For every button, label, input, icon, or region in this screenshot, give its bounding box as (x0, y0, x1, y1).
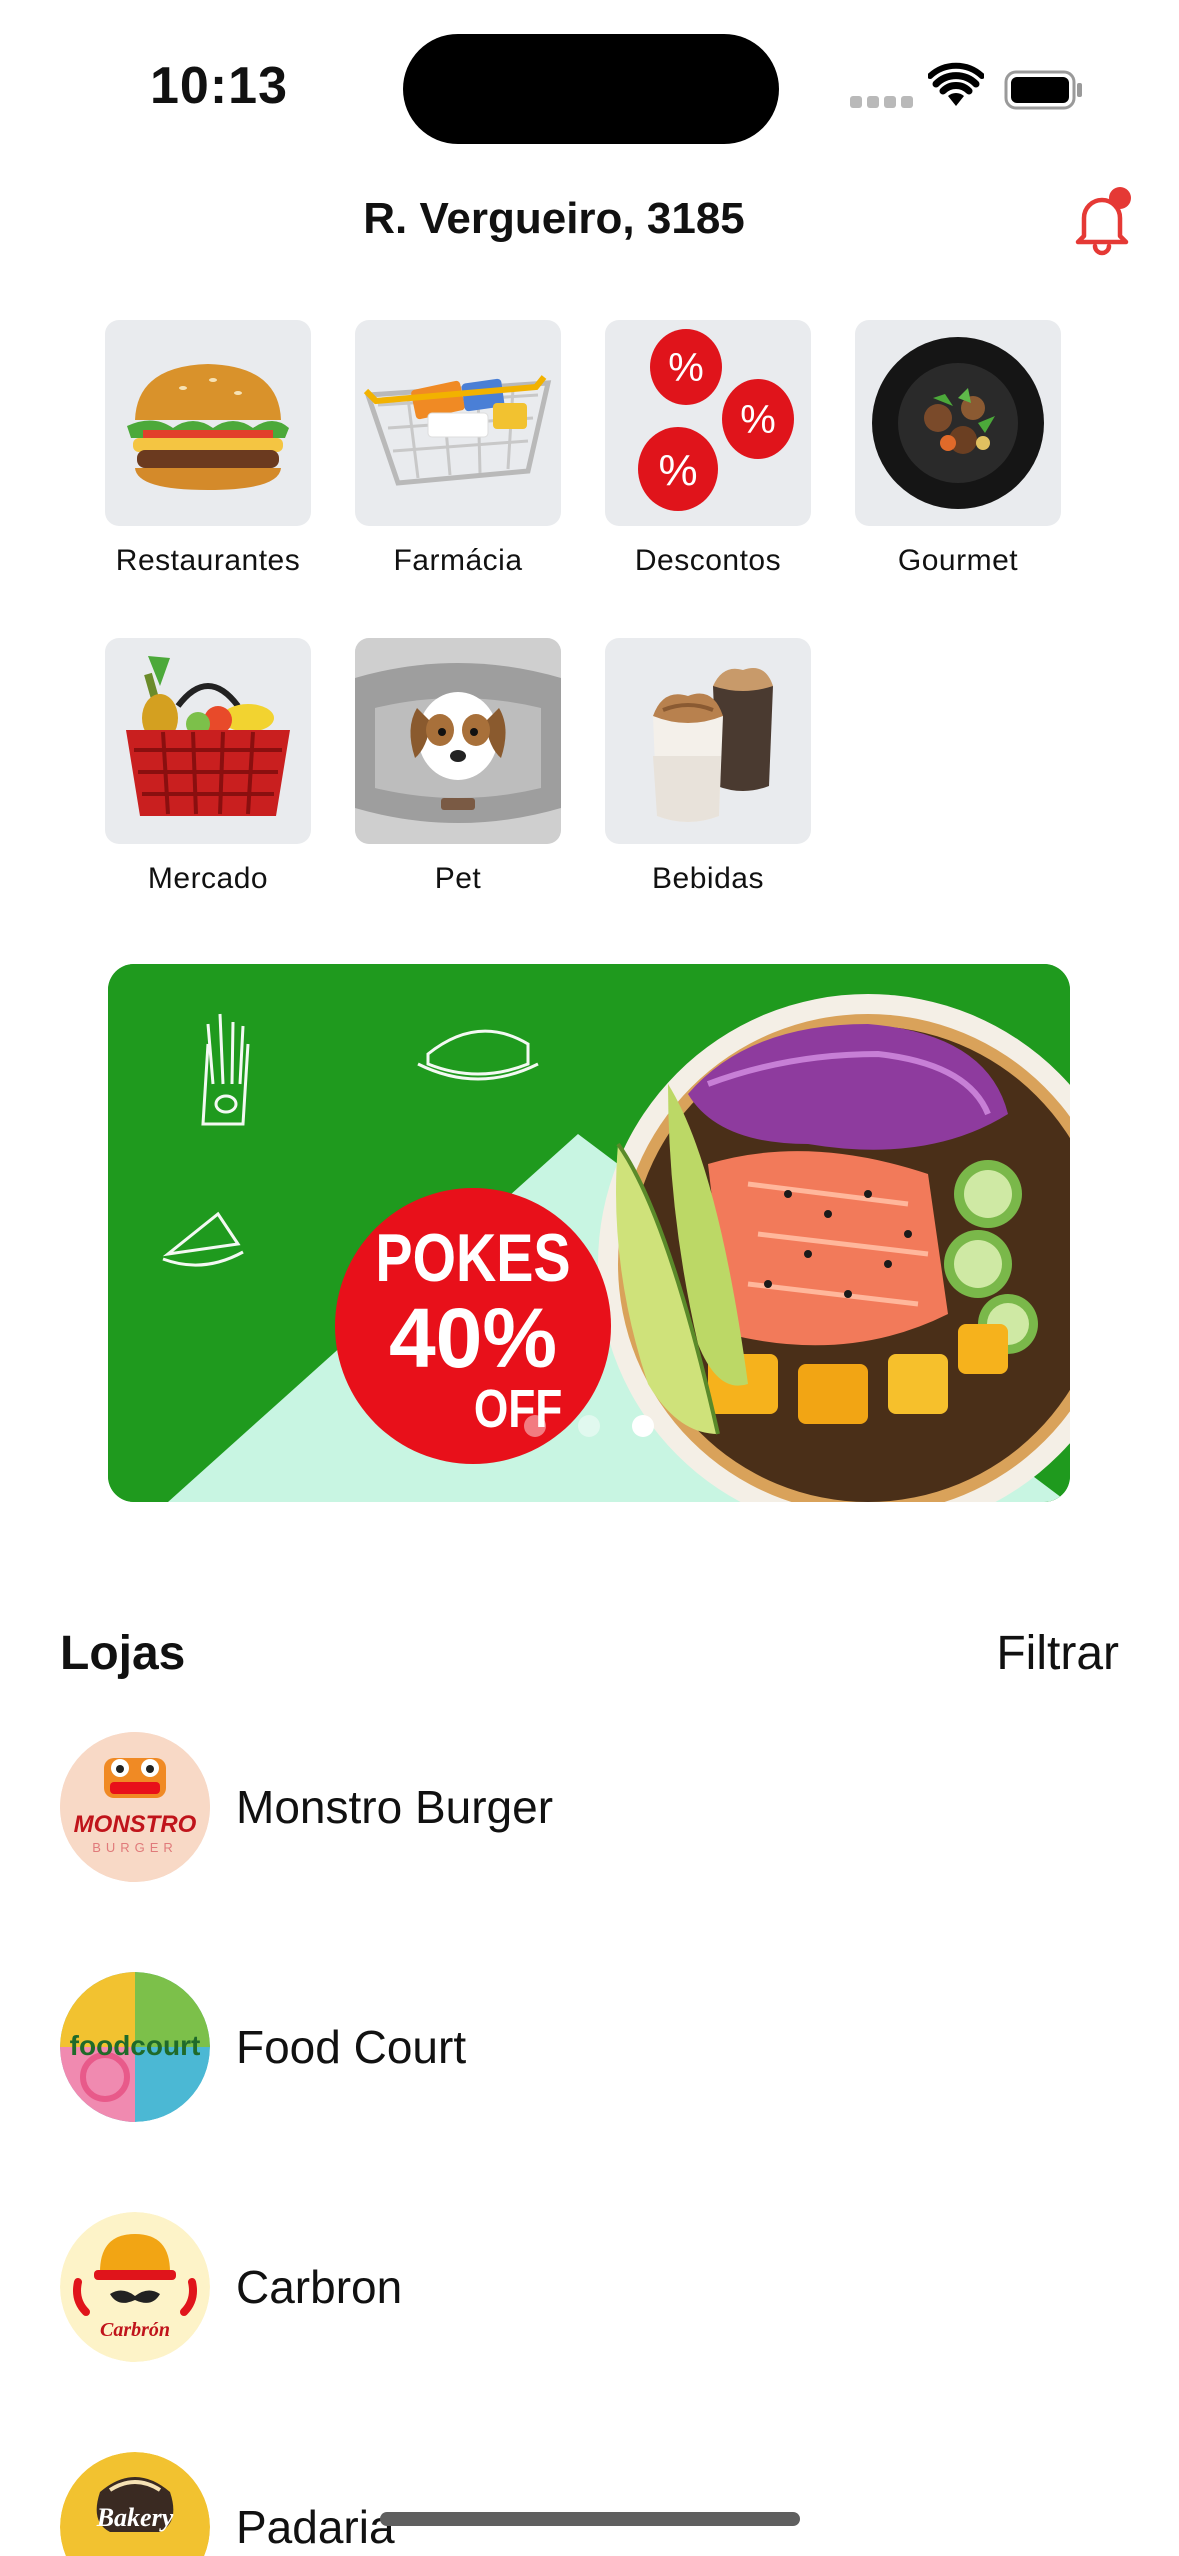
store-name: Padaria (236, 2501, 395, 2553)
category-label: Restaurantes (115, 544, 301, 577)
category-tile (855, 320, 1061, 526)
category-label: Descontos (634, 544, 782, 577)
store-logo: Carbrón (60, 2212, 210, 2362)
wifi-icon (928, 62, 984, 106)
category-label: Mercado (147, 862, 269, 895)
logo-text: foodcourt (70, 2030, 201, 2061)
filter-button[interactable]: Filtrar (996, 1626, 1119, 1681)
food-court-logo-icon: foodcourt (60, 1972, 210, 2122)
delivery-address[interactable]: R. Vergueiro, 3185 (0, 194, 1108, 244)
store-name: Carbron (236, 2261, 403, 2313)
battery-icon (1004, 70, 1082, 110)
category-label: Pet (434, 862, 482, 895)
carousel-dot-active[interactable] (632, 1415, 655, 1437)
logo-subtext: BURGER (92, 1840, 178, 1855)
promo-line-1: POKES (375, 1220, 571, 1296)
category-tile: % % % (605, 320, 811, 526)
logo-text: MONSTRO (74, 1811, 197, 1838)
monstro-burger-logo-icon: MONSTRO BURGER (60, 1732, 210, 1882)
drinks-icon (653, 668, 773, 822)
promo-line-2: 40% (388, 1291, 558, 1385)
carousel-page-indicator[interactable] (108, 1415, 1070, 1442)
category-gourmet[interactable]: Gourmet (833, 320, 1083, 578)
category-pet[interactable]: Pet (333, 638, 583, 896)
discount-balloons-icon: % % % (638, 329, 794, 511)
market-basket-icon (126, 656, 290, 816)
logo-text: Bakery (96, 2503, 174, 2532)
stores-section-title: Lojas (60, 1627, 186, 1680)
category-bebidas[interactable]: Bebidas (583, 638, 833, 896)
store-logo: Bakery (60, 2452, 210, 2556)
category-label: Farmácia (393, 544, 523, 577)
carousel-dot[interactable] (523, 1415, 546, 1437)
store-name: Food Court (236, 2021, 467, 2073)
pharmacy-basket-icon (363, 375, 552, 486)
notification-bell-icon[interactable] (1064, 182, 1140, 258)
status-time: 10:13 (150, 57, 288, 115)
category-mercado[interactable]: Mercado (83, 638, 333, 896)
home-indicator[interactable] (380, 2512, 800, 2526)
category-tile (105, 320, 311, 526)
svg-text:%: % (740, 398, 776, 442)
category-tile (105, 638, 311, 844)
svg-text:%: % (668, 346, 704, 390)
category-label: Bebidas (652, 862, 764, 895)
store-logo: foodcourt (60, 1972, 210, 2122)
category-restaurantes[interactable]: Restaurantes (83, 320, 333, 578)
status-bar: 10:13 (0, 0, 1179, 170)
category-label: Gourmet (897, 544, 1019, 577)
category-farmacia[interactable]: Farmácia (333, 320, 583, 578)
dynamic-island (403, 34, 779, 144)
cellular-signal-icon (850, 96, 913, 108)
pet-dog-icon (355, 638, 561, 844)
promo-badge-text: POKES 40% OFF (335, 1224, 611, 1436)
header: R. Vergueiro, 3185 (0, 180, 1179, 260)
carousel-dot[interactable] (578, 1415, 600, 1437)
store-item-monstro-burger[interactable]: MONSTRO BURGER Monstro Burger (60, 1732, 1120, 1882)
promo-banner-carousel[interactable]: POKES 40% OFF (108, 964, 1070, 1502)
gourmet-plate-icon (872, 337, 1044, 509)
category-tile (355, 638, 561, 844)
store-item-carbron[interactable]: Carbrón Carbron (60, 2212, 1120, 2362)
svg-text:%: % (658, 446, 697, 495)
category-tile (355, 320, 561, 526)
burger-icon (127, 364, 289, 490)
carbron-logo-icon: Carbrón (60, 2212, 210, 2362)
bakery-logo-icon: Bakery (60, 2452, 210, 2556)
store-logo: MONSTRO BURGER (60, 1732, 210, 1882)
store-item-padaria[interactable]: Bakery Padaria (60, 2452, 1120, 2556)
store-name: Monstro Burger (236, 1781, 554, 1833)
logo-text: Carbrón (100, 2319, 170, 2341)
category-descontos[interactable]: % % % Descontos (583, 320, 833, 578)
category-tile (605, 638, 811, 844)
store-item-food-court[interactable]: foodcourt Food Court (60, 1972, 1120, 2122)
